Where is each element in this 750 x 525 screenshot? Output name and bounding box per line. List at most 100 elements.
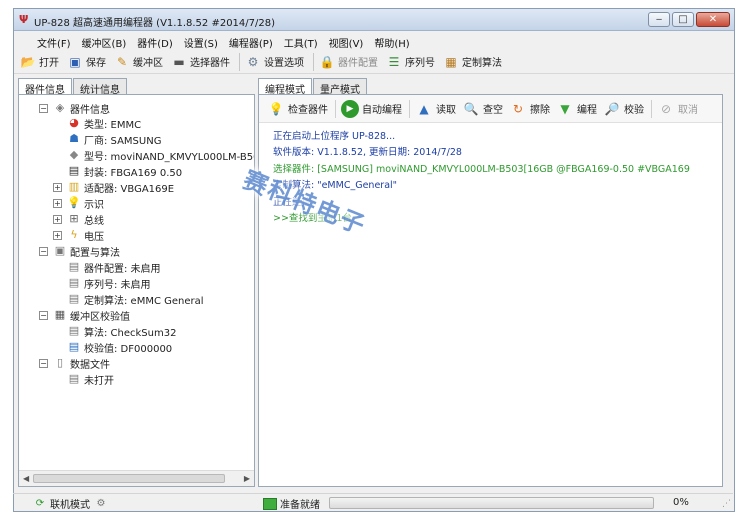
auto-program-button[interactable]: ▶ 自动编程 [339,98,406,120]
menu-settings[interactable]: 设置(S) [181,31,226,50]
save-button[interactable]: ▣ 保存 [65,52,112,72]
collapse-icon[interactable]: − [39,310,48,320]
document-icon: ▤ [68,260,80,273]
gear-icon: ⚙ [247,54,259,69]
menu-file[interactable]: 文件(F) [34,31,79,50]
tree-node-package[interactable]: ▤ 封装: FBGA169 0.50 [67,163,182,179]
tab-stats[interactable]: 统计信息 [73,78,127,96]
tree-node-voltage[interactable]: + ϟ 电压 [53,227,104,243]
window-title: UP-828 超高速通用编程器 (V1.1.8.52 #2014/7/28) [34,18,276,29]
tree-node-not-opened[interactable]: ▤ 未打开 [67,371,114,387]
tab-production-mode[interactable]: 量产模式 [313,78,367,96]
scrollbar-thumb[interactable] [33,474,225,483]
settings-label: 设置选项 [264,58,304,69]
expand-icon[interactable]: + [53,198,62,208]
select-device-button[interactable]: ▬ 选择器件 [169,52,236,72]
erase-icon: ↻ [512,101,524,116]
collapse-icon[interactable]: − [39,103,48,113]
ready-status: 准备就绪 [263,496,320,511]
adapter-icon: ▥ [68,180,80,193]
tree-node-hint[interactable]: + 💡 示识 [53,195,104,211]
close-button[interactable]: ✕ [696,12,730,27]
folder-open-icon: 📂 [20,54,36,69]
menu-tools[interactable]: 工具(T) [281,31,326,50]
online-icon: ⟳ [35,497,45,509]
scroll-right-icon[interactable]: ▶ [244,474,250,483]
tree-node-device-config[interactable]: ▤ 器件配置: 未启用 [67,259,161,275]
verify-icon: 🔎 [604,101,620,116]
collapse-icon[interactable]: − [39,246,48,256]
verify-label: 校验 [624,105,644,116]
right-tab-strip: 编程模式 量产模式 [258,78,368,96]
auto-program-label: 自动编程 [362,105,402,116]
title-bar[interactable]: Ψ UP-828 超高速通用编程器 (V1.1.8.52 #2014/7/28)… [14,9,734,31]
tree-label: 电压 [84,231,104,243]
maximize-button[interactable]: □ [672,12,694,27]
tree-node-serial[interactable]: ▤ 序列号: 未启用 [67,275,151,291]
package-icon: ▤ [68,164,80,177]
collapse-icon[interactable]: − [39,358,48,368]
device-config-button[interactable]: 🔒 器件配置 [317,52,384,72]
tree-node-algorithm[interactable]: ▤ 算法: CheckSum32 [67,323,177,339]
verify-button[interactable]: 🔎 校验 [601,98,648,120]
menu-view[interactable]: 视图(V) [326,31,372,50]
save-label: 保存 [86,58,106,69]
menu-help[interactable]: 帮助(H) [371,31,417,50]
read-button[interactable]: ▲ 读取 [413,98,460,120]
buffer-button[interactable]: ✎ 缓冲区 [112,52,169,72]
close-icon: ✕ [708,14,718,25]
buffer-edit-icon: ✎ [116,54,128,69]
tree-label: 缓冲区校验值 [70,311,130,323]
chip-select-icon: ▬ [173,54,185,69]
tree-node-type[interactable]: ◕ 类型: EMMC [67,115,141,131]
tree-node-checksum[interactable]: ▤ 校验值: DF000000 [67,339,172,355]
status-bar: ⟳ 联机模式 ⚙ 准备就绪 0% ⋰ [13,493,733,512]
cancel-icon: ⊘ [660,101,672,116]
arrow-down-icon: ▼ [560,101,570,116]
connection-mode: ⟳ 联机模式 ⚙ [33,496,111,512]
scroll-left-icon[interactable]: ◀ [23,474,29,483]
custom-algo-button[interactable]: ▦ 定制算法 [441,52,508,72]
menu-programmer[interactable]: 编程器(P) [226,31,281,50]
settings-button[interactable]: ⚙ 设置选项 [243,52,310,72]
document-icon: ▤ [68,292,80,305]
check-device-button[interactable]: 💡 检查器件 [265,98,332,120]
tree-label: 算法: CheckSum32 [84,327,177,339]
minimize-button[interactable]: ‒ [648,12,670,27]
tree-node-custom-algo[interactable]: ▤ 定制算法: eMMC General [67,291,204,307]
tree-node-data-file[interactable]: − ▯ 数据文件 [39,355,110,371]
menu-device[interactable]: 器件(D) [134,31,181,50]
tree-label: 未打开 [84,375,114,387]
program-button[interactable]: ▼ 编程 [554,98,601,120]
tree-node-model[interactable]: ◆ 型号: moviNAND_KMVYL000LM-B503, [67,147,254,163]
expand-icon[interactable]: + [53,214,62,224]
expand-icon[interactable]: + [53,182,62,192]
cancel-button[interactable]: ⊘ 取消 [655,98,702,120]
blank-check-button[interactable]: 🔍 查空 [460,98,507,120]
tree-node-buffer-check[interactable]: − ▦ 缓冲区校验值 [39,307,130,323]
document-icon: ▤ [68,372,80,385]
expand-icon[interactable]: + [53,230,62,240]
pie-icon: ◕ [69,116,79,129]
cancel-label: 取消 [678,105,698,116]
log-line: 选择器件: [SAMSUNG] moviNAND_KMVYL000LM-B503… [273,163,690,175]
resize-grip-icon[interactable]: ⋰ [722,499,731,509]
vendor-icon: ☗ [69,132,79,145]
buffer-label: 缓冲区 [133,58,163,69]
file-icon: ▯ [56,356,64,369]
tree-node-device-info[interactable]: − ◈ 器件信息 [39,100,110,116]
serial-button[interactable]: ☰ 序列号 [384,52,441,72]
tree-node-vendor[interactable]: ☗ 厂商: SAMSUNG [67,131,161,147]
open-button[interactable]: 📂 打开 [18,52,65,72]
progress-bar [329,497,654,509]
menu-buffer[interactable]: 缓冲区(B) [79,31,135,50]
tree-node-config-algo[interactable]: − ▣ 配置与算法 [39,243,120,259]
horizontal-scrollbar[interactable]: ◀ ▶ [19,470,254,486]
tree-label: 封装: FBGA169 0.50 [84,167,183,179]
tree-label: 适配器: VBGA169E [84,183,175,195]
tree-node-bus[interactable]: + ⊞ 总线 [53,211,104,227]
tree-label: 定制算法: eMMC General [84,295,204,307]
tree-node-adapter[interactable]: + ▥ 适配器: VBGA169E [53,179,174,195]
chip-icon: ◈ [55,101,65,114]
erase-button[interactable]: ↻ 擦除 [507,98,554,120]
